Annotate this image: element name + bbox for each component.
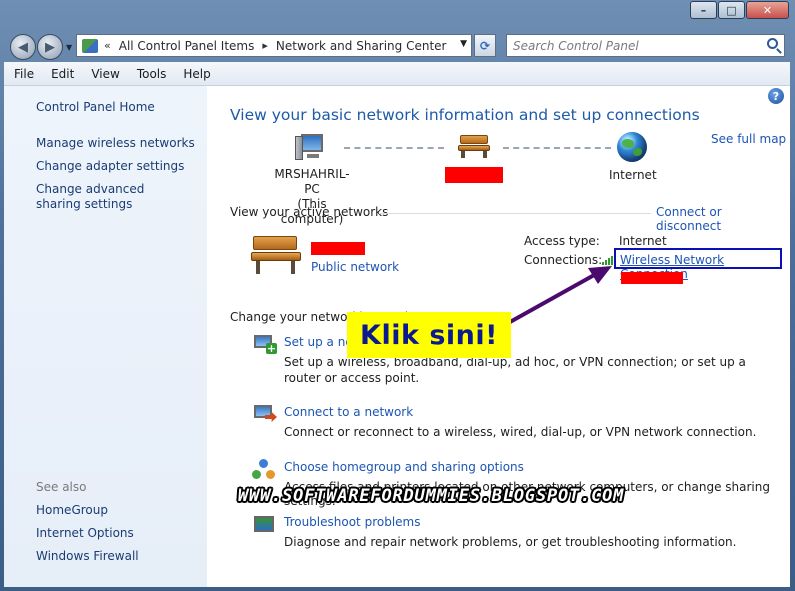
public-network-link[interactable]: Public network [311, 260, 399, 274]
active-networks-heading: View your active networks [230, 205, 389, 219]
highlight-box [614, 248, 782, 269]
breadcrumb-network-and-sharing-center[interactable]: Network and Sharing Center [276, 39, 447, 53]
troubleshoot-desc: Diagnose and repair network problems, or… [284, 535, 737, 549]
search-input[interactable]: Search Control Panel [513, 39, 639, 53]
connect-or-disconnect-link[interactable]: Connect or disconnect [656, 205, 790, 233]
troubleshoot-icon[interactable] [251, 513, 277, 537]
homegroup-icon[interactable] [251, 458, 277, 482]
map-link-line [344, 147, 444, 149]
internet-globe-icon[interactable] [617, 132, 647, 162]
homegroup-sharing-link[interactable]: Choose homegroup and sharing options [284, 460, 524, 474]
refresh-button[interactable]: ⟳ [474, 34, 496, 57]
redacted-network-name [445, 167, 503, 183]
menu-tools[interactable]: Tools [127, 67, 174, 81]
sidebar: Control Panel Home Manage wireless netwo… [4, 86, 207, 587]
access-type-value: Internet [619, 234, 667, 248]
setup-new-connection-desc: Set up a wireless, broadband, dial-up, a… [284, 355, 746, 385]
sidebar-homegroup[interactable]: HomeGroup [36, 503, 108, 518]
connect-network-icon[interactable] [251, 403, 277, 427]
network-bench-icon[interactable] [458, 135, 490, 159]
address-overflow-chevron[interactable]: « [104, 39, 111, 52]
section-divider [379, 213, 651, 214]
back-button[interactable]: ◀ [10, 34, 36, 60]
address-dropdown-icon[interactable]: ▼ [460, 39, 467, 49]
public-network-bench-icon[interactable] [251, 236, 301, 276]
page-title: View your basic network information and … [230, 106, 700, 124]
computer-name: MRSHAHRIL-PC [274, 167, 350, 196]
troubleshoot-link[interactable]: Troubleshoot problems [284, 515, 420, 529]
close-button[interactable]: ✕ [746, 1, 789, 19]
menu-file[interactable]: File [4, 67, 41, 81]
menu-view[interactable]: View [81, 67, 126, 81]
breadcrumb-separator-icon[interactable]: ▸ [262, 39, 268, 52]
map-link-line [503, 147, 611, 149]
see-full-map-link[interactable]: See full map [711, 132, 786, 146]
sidebar-change-advanced-sharing-settings[interactable]: Change advanced sharing settings [36, 182, 186, 212]
menu-bar: File Edit View Tools Help [4, 62, 790, 86]
connect-to-network-link[interactable]: Connect to a network [284, 405, 413, 419]
sidebar-internet-options[interactable]: Internet Options [36, 526, 134, 541]
title-bar: – □ ✕ [0, 0, 795, 30]
access-type-label: Access type: [524, 234, 600, 248]
new-connection-icon[interactable]: + [251, 333, 277, 357]
menu-edit[interactable]: Edit [41, 67, 81, 81]
navigation-bar: ◀ ▶ ▼ « All Control Panel Items ▸ Networ… [0, 30, 795, 62]
control-panel-icon [82, 38, 98, 53]
see-also-heading: See also [36, 480, 87, 494]
sidebar-control-panel-home[interactable]: Control Panel Home [36, 100, 155, 115]
search-box[interactable]: Search Control Panel [506, 34, 785, 57]
connect-to-network-desc: Connect or reconnect to a wireless, wire… [284, 425, 757, 439]
redacted-active-network-name [311, 242, 365, 255]
breadcrumb-all-control-panel-items[interactable]: All Control Panel Items [119, 39, 255, 53]
forward-button[interactable]: ▶ [37, 34, 63, 60]
minimize-button[interactable]: – [690, 1, 717, 19]
maximize-button[interactable]: □ [718, 1, 745, 19]
address-bar[interactable]: « All Control Panel Items ▸ Network and … [76, 34, 472, 57]
window-controls: – □ ✕ [689, 1, 789, 19]
recent-pages-dropdown[interactable]: ▼ [66, 43, 72, 52]
callout-label: Klik sini! [347, 312, 511, 358]
computer-icon[interactable] [295, 134, 329, 162]
sidebar-change-adapter-settings[interactable]: Change adapter settings [36, 159, 184, 174]
redacted-ssid [621, 272, 683, 284]
search-icon[interactable] [767, 38, 778, 49]
menu-help[interactable]: Help [173, 67, 217, 81]
watermark-text: WWW.SOFTWAREFORDUMMIES.BLOGSPOT.COM [238, 486, 625, 506]
sidebar-windows-firewall[interactable]: Windows Firewall [36, 549, 139, 564]
sidebar-manage-wireless-networks[interactable]: Manage wireless networks [36, 136, 195, 151]
help-icon[interactable]: ? [768, 88, 784, 104]
internet-label: Internet [609, 168, 657, 182]
